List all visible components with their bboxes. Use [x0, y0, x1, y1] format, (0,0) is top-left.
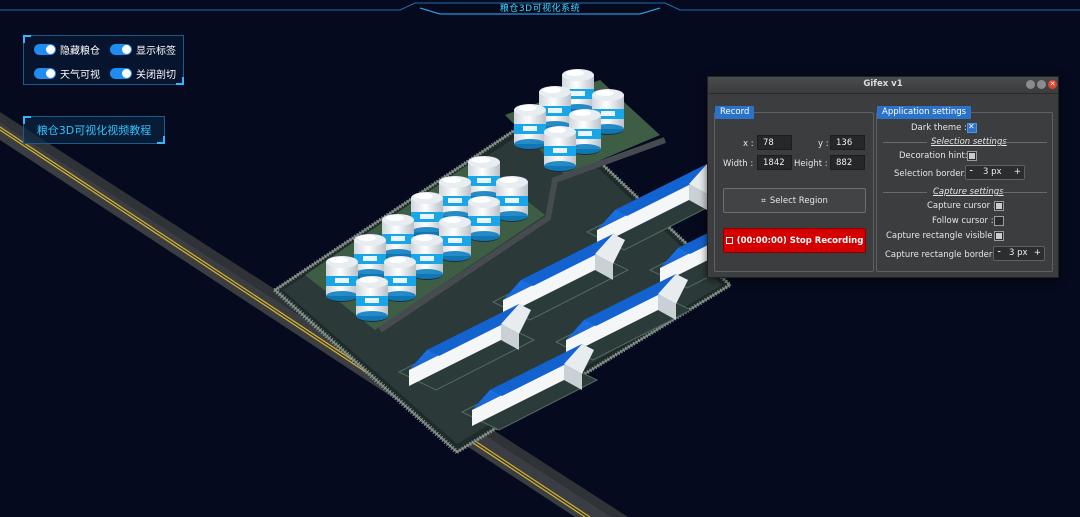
capture-rect-border-value: 3 px [1009, 248, 1028, 258]
select-region-label: Select Region [769, 195, 828, 206]
follow-cursor-label: Follow cursor : [932, 216, 994, 226]
toggle-section-cut[interactable]: 关闭剖切 [110, 66, 176, 81]
capture-cursor-label: Capture cursor : [927, 201, 996, 211]
gifex-titlebar[interactable]: Gifex v1 ✕ [708, 77, 1058, 94]
selection-border-label: Selection border: [894, 169, 967, 179]
selection-border-spinbox[interactable]: ⁃ 3 px + [965, 165, 1025, 180]
toggle-label: 显示标签 [136, 46, 176, 57]
separator [883, 142, 927, 143]
decoration-hint-checkbox[interactable] [967, 151, 977, 161]
height-input[interactable]: 882 [830, 155, 865, 170]
width-label: Width : [723, 159, 754, 169]
follow-cursor-checkbox[interactable] [994, 216, 1004, 226]
header: 粮仓3D可视化系统 [0, 0, 1080, 16]
page-title: 粮仓3D可视化系统 [499, 4, 581, 14]
capture-rect-visible-label: Capture rectangle visible : [886, 231, 999, 241]
record-group-title: Record [715, 106, 755, 119]
dark-theme-checkbox[interactable] [967, 122, 977, 133]
width-input[interactable]: 1842 [757, 155, 792, 170]
toggle-switch[interactable] [110, 68, 132, 79]
y-label: y : [818, 139, 829, 149]
capture-rect-border-spinbox[interactable]: ⁃ 3 px + [993, 246, 1045, 261]
selection-border-value: 3 px [983, 167, 1002, 177]
spin-down-icon[interactable]: ⁃ [997, 247, 1001, 260]
toggle-switch[interactable] [34, 44, 56, 55]
x-label: x : [743, 139, 754, 149]
application-settings-group: Application settings Dark theme : Select… [876, 106, 1053, 272]
capture-rect-border-label: Capture rectangle border : [885, 250, 998, 260]
stop-recording-label: (00:00:00) Stop Recording [736, 235, 864, 246]
gifex-window: Gifex v1 ✕ Record x : 78 y : 136 Width :… [707, 76, 1059, 278]
capture-cursor-checkbox[interactable] [994, 201, 1004, 211]
toggle-label: 关闭剖切 [136, 70, 176, 81]
toggle-hide-silos[interactable]: 隐藏粮仓 [34, 42, 100, 57]
toggle-label: 天气可视 [60, 70, 100, 81]
minimize-icon[interactable] [1026, 80, 1035, 89]
capture-settings-title: Capture settings [933, 187, 1004, 197]
close-icon[interactable]: ✕ [1048, 80, 1057, 89]
stop-icon [725, 237, 733, 244]
spin-up-icon[interactable]: + [1034, 247, 1041, 260]
select-region-icon: ⌗ [761, 195, 766, 206]
toggle-show-labels[interactable]: 显示标签 [110, 42, 176, 57]
toggle-switch[interactable] [110, 44, 132, 55]
select-region-button[interactable]: ⌗ Select Region [723, 188, 866, 213]
height-label: Height : [794, 159, 828, 169]
spin-down-icon[interactable]: ⁃ [969, 166, 973, 179]
toggle-weather[interactable]: 天气可视 [34, 66, 100, 81]
capture-rect-visible-checkbox[interactable] [994, 231, 1004, 241]
x-input[interactable]: 78 [757, 135, 792, 150]
toggle-label: 隐藏粮仓 [60, 46, 100, 57]
dark-theme-label: Dark theme : [911, 123, 967, 133]
video-tutorial-button[interactable]: 粮仓3D可视化视频教程 [23, 116, 165, 144]
separator [883, 192, 927, 193]
maximize-icon[interactable] [1037, 80, 1046, 89]
stop-recording-button[interactable]: (00:00:00) Stop Recording [723, 228, 866, 253]
selection-settings-title: Selection settings [931, 137, 1007, 147]
settings-group-title: Application settings [877, 106, 972, 119]
toggle-switch[interactable] [34, 68, 56, 79]
separator [1001, 192, 1047, 193]
spin-up-icon[interactable]: + [1014, 166, 1021, 179]
toggle-panel: 隐藏粮仓 显示标签 天气可视 关闭剖切 [23, 35, 184, 85]
separator [1003, 142, 1047, 143]
y-input[interactable]: 136 [830, 135, 865, 150]
record-group: Record x : 78 y : 136 Width : 1842 Heigh… [714, 106, 874, 272]
decoration-hint-label: Decoration hint: [899, 151, 968, 161]
gifex-title: Gifex v1 [863, 79, 903, 89]
